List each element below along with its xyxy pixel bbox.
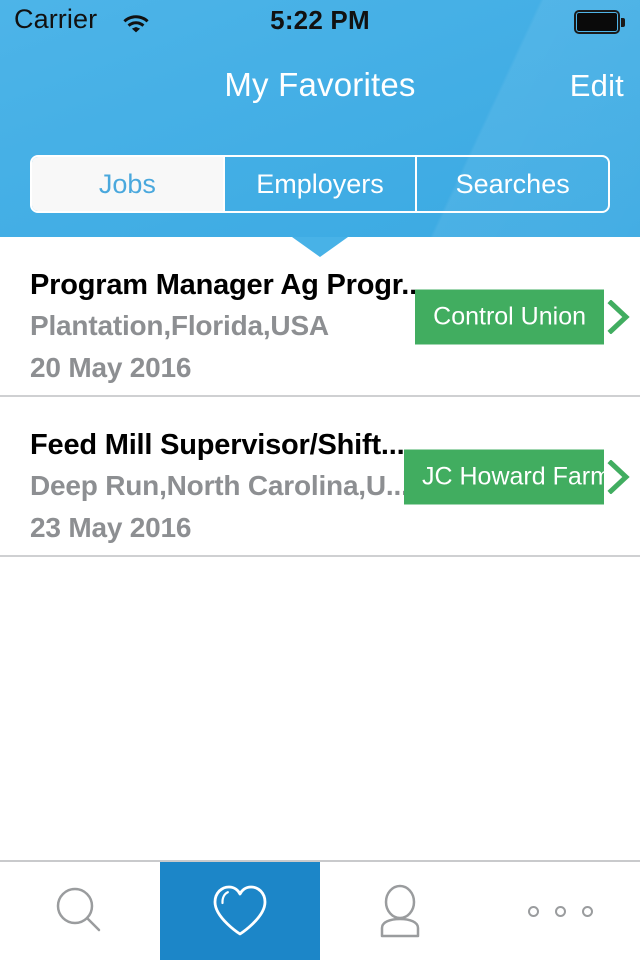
dot-3 bbox=[581, 905, 593, 917]
header-bar: Carrier 5:22 PM My Favorites Edit Jobs E… bbox=[0, 0, 640, 237]
table-row[interactable]: Feed Mill Supervisor/Shift... Deep Run,N… bbox=[0, 397, 640, 557]
battery-cap bbox=[621, 18, 625, 27]
job-title: Feed Mill Supervisor/Shift... bbox=[30, 429, 405, 461]
job-date: 20 May 2016 bbox=[30, 352, 192, 383]
clock-label: 5:22 PM bbox=[270, 5, 370, 35]
company-badge: JC Howard Farms bbox=[404, 449, 604, 505]
segment-pointer-triangle bbox=[292, 237, 348, 257]
dot-2 bbox=[554, 905, 566, 917]
battery-full-icon bbox=[574, 10, 626, 34]
job-location: Plantation,Florida,USA bbox=[30, 310, 329, 341]
job-title: Program Manager Ag Progr... bbox=[30, 269, 425, 301]
search-icon bbox=[56, 887, 101, 932]
tab-profile[interactable] bbox=[320, 862, 480, 960]
page-title: My Favorites bbox=[224, 66, 416, 103]
segmented-control[interactable]: Jobs Employers Searches bbox=[30, 155, 610, 213]
status-bar: Carrier 5:22 PM bbox=[0, 0, 640, 44]
dot-1 bbox=[527, 905, 539, 917]
favorites-list: Program Manager Ag Progr... Plantation,F… bbox=[0, 237, 640, 557]
navigation-bar: My Favorites Edit bbox=[0, 44, 640, 130]
edit-button[interactable]: Edit bbox=[570, 68, 624, 104]
battery-fill bbox=[577, 13, 617, 31]
tab-search[interactable] bbox=[0, 862, 160, 960]
chevron-right-icon bbox=[607, 460, 630, 494]
row-separator bbox=[0, 555, 640, 557]
company-badge: Control Union bbox=[415, 289, 604, 345]
chevron-right-icon bbox=[607, 300, 630, 334]
app-screen: Carrier 5:22 PM My Favorites Edit Jobs E… bbox=[0, 0, 640, 960]
row-text-block: Feed Mill Supervisor/Shift... Deep Run,N… bbox=[30, 425, 460, 549]
more-dots-icon bbox=[527, 905, 593, 917]
person-icon bbox=[380, 884, 420, 938]
segment-jobs[interactable]: Jobs bbox=[32, 157, 225, 211]
job-date: 23 May 2016 bbox=[30, 512, 192, 543]
heart-icon bbox=[213, 885, 267, 936]
row-text-block: Program Manager Ag Progr... Plantation,F… bbox=[30, 265, 460, 389]
tab-bar bbox=[0, 860, 640, 960]
tab-more[interactable] bbox=[480, 862, 640, 960]
segment-employers[interactable]: Employers bbox=[225, 157, 418, 211]
job-location: Deep Run,North Carolina,U... bbox=[30, 470, 409, 501]
segment-searches[interactable]: Searches bbox=[417, 157, 608, 211]
table-row[interactable]: Program Manager Ag Progr... Plantation,F… bbox=[0, 237, 640, 397]
tab-favorites[interactable] bbox=[160, 862, 320, 960]
